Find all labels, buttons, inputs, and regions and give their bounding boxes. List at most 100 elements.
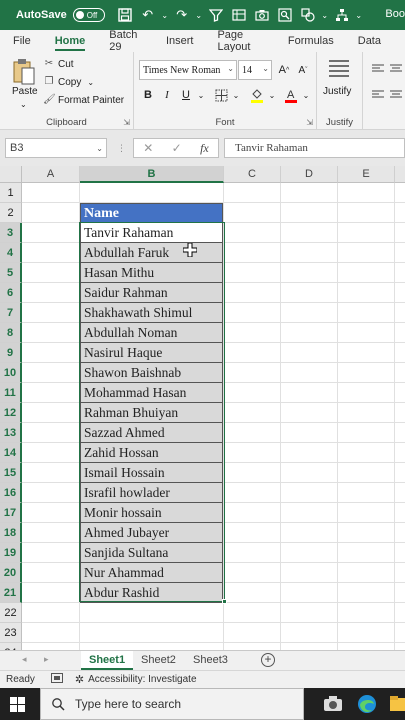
- table-cell[interactable]: Nur Ahammad: [80, 563, 223, 583]
- row-header[interactable]: 1: [0, 183, 22, 203]
- table-cell[interactable]: Shawon Baishnab: [80, 363, 223, 383]
- row-header[interactable]: 8: [0, 323, 22, 343]
- select-all-corner[interactable]: [0, 166, 22, 183]
- table-cell[interactable]: Shakhawath Shimul: [80, 303, 223, 323]
- table-cell[interactable]: Saidur Rahman: [80, 283, 223, 303]
- column-header-f[interactable]: [395, 166, 405, 183]
- accessibility-icon[interactable]: ✲: [75, 673, 84, 686]
- font-name-select[interactable]: Times New Roman ⌄: [139, 60, 237, 80]
- row-header[interactable]: 6: [0, 283, 22, 303]
- camera-app-icon[interactable]: [322, 693, 344, 715]
- row-header[interactable]: 11: [0, 383, 22, 403]
- fill-color-dropdown-icon[interactable]: ⌄: [263, 86, 281, 104]
- header-cell-name[interactable]: Name: [80, 203, 223, 223]
- table-icon[interactable]: [229, 5, 249, 25]
- formula-input[interactable]: Tanvir Rahaman: [224, 138, 405, 158]
- active-cell[interactable]: Tanvir Rahaman: [80, 223, 223, 243]
- table-cell[interactable]: Sazzad Ahmed: [80, 423, 223, 443]
- increase-font-size-icon[interactable]: A ^: [275, 61, 293, 79]
- underline-dropdown-icon[interactable]: ⌄: [192, 86, 210, 104]
- tab-batch-29[interactable]: Batch 29: [109, 29, 142, 53]
- tab-file[interactable]: File: [13, 35, 31, 47]
- next-sheet-icon[interactable]: ▸: [44, 654, 49, 665]
- cut-button[interactable]: ✂ Cut: [43, 58, 74, 70]
- hierarchy-icon[interactable]: [332, 5, 352, 25]
- row-header[interactable]: 24: [0, 643, 22, 650]
- camera-icon[interactable]: [252, 5, 272, 25]
- sheet-tab-sheet1[interactable]: Sheet1: [81, 651, 134, 670]
- borders-dropdown-icon[interactable]: ⌄: [227, 86, 245, 104]
- row-header[interactable]: 21: [0, 583, 22, 603]
- decrease-font-size-icon[interactable]: Aˇ: [294, 61, 312, 79]
- row-header[interactable]: 4: [0, 243, 22, 263]
- align-left-icon[interactable]: [369, 86, 387, 104]
- tab-data[interactable]: Data: [358, 35, 381, 47]
- column-header-e[interactable]: E: [338, 166, 395, 183]
- justify-icon[interactable]: [327, 58, 351, 80]
- table-cell[interactable]: Mohammad Hasan: [80, 383, 223, 403]
- paste-icon[interactable]: [12, 58, 36, 86]
- paste-button[interactable]: Paste: [12, 86, 38, 97]
- row-header[interactable]: 22: [0, 603, 22, 623]
- autosave-toggle[interactable]: Off: [72, 8, 105, 22]
- row-header[interactable]: 16: [0, 483, 22, 503]
- enter-icon[interactable]: ✓: [172, 141, 182, 155]
- row-header[interactable]: 14: [0, 443, 22, 463]
- row-header[interactable]: 5: [0, 263, 22, 283]
- save-icon[interactable]: [115, 5, 135, 25]
- sheet-tab-sheet3[interactable]: Sheet3: [185, 651, 236, 670]
- taskbar-search-box[interactable]: Type here to search: [40, 688, 304, 720]
- formula-bar-grip-icon[interactable]: ⋮: [117, 143, 126, 154]
- worksheet-grid[interactable]: A B C D E 1 2 3 4 5 6 7 8 9 10 11 12 13 14 15 16 17 18 19 2…: [0, 166, 405, 650]
- redo-dropdown-icon[interactable]: ⌄: [195, 5, 203, 25]
- table-cell[interactable]: Hasan Mithu: [80, 263, 223, 283]
- row-header[interactable]: 20: [0, 563, 22, 583]
- shapes-icon[interactable]: [298, 5, 318, 25]
- row-header[interactable]: 23: [0, 623, 22, 643]
- undo-icon[interactable]: ↶: [138, 5, 158, 25]
- bold-button[interactable]: B: [139, 86, 157, 104]
- redo-icon[interactable]: ↷: [172, 5, 192, 25]
- row-header[interactable]: 18: [0, 523, 22, 543]
- align-top-left-icon[interactable]: [369, 60, 387, 78]
- macro-record-icon[interactable]: [50, 673, 63, 686]
- font-size-select[interactable]: 14 ⌄: [238, 60, 272, 80]
- filter-icon[interactable]: [206, 5, 226, 25]
- table-cell[interactable]: Monir hossain: [80, 503, 223, 523]
- sheet-tab-sheet2[interactable]: Sheet2: [133, 651, 184, 670]
- row-header[interactable]: 19: [0, 543, 22, 563]
- fill-handle[interactable]: [222, 599, 227, 604]
- table-cell[interactable]: Rahman Bhuiyan: [80, 403, 223, 423]
- italic-button[interactable]: I: [158, 86, 176, 104]
- cancel-icon[interactable]: ✕: [143, 141, 153, 155]
- font-dialog-launcher-icon[interactable]: ⇲: [306, 118, 313, 127]
- row-header[interactable]: 13: [0, 423, 22, 443]
- tab-formulas[interactable]: Formulas: [288, 35, 334, 47]
- row-header[interactable]: 3: [0, 223, 22, 243]
- more-commands-icon[interactable]: ⌄: [355, 5, 363, 25]
- tab-home[interactable]: Home: [54, 35, 85, 51]
- row-header[interactable]: 10: [0, 363, 22, 383]
- row-header[interactable]: 7: [0, 303, 22, 323]
- table-cell[interactable]: Sanjida Sultana: [80, 543, 223, 563]
- accessibility-status[interactable]: Accessibility: Investigate: [88, 674, 196, 685]
- column-header-b[interactable]: B: [80, 166, 224, 183]
- align-middle-icon[interactable]: [387, 86, 405, 104]
- format-painter-button[interactable]: 🖌 Format Painter: [43, 94, 124, 106]
- undo-dropdown-icon[interactable]: ⌄: [161, 5, 169, 25]
- paste-dropdown-icon[interactable]: ⌄: [20, 100, 27, 109]
- table-cell[interactable]: Ahmed Jubayer: [80, 523, 223, 543]
- tab-insert[interactable]: Insert: [166, 35, 194, 47]
- copy-button[interactable]: ❐ Copy ⌄: [43, 76, 95, 88]
- column-header-c[interactable]: C: [224, 166, 281, 183]
- justify-button[interactable]: Justify: [323, 86, 351, 97]
- add-sheet-icon[interactable]: +: [261, 653, 275, 667]
- row-header[interactable]: 9: [0, 343, 22, 363]
- tab-page-layout[interactable]: Page Layout: [217, 29, 263, 53]
- table-cell[interactable]: Ismail Hossain: [80, 463, 223, 483]
- clipboard-dialog-launcher-icon[interactable]: ⇲: [123, 118, 130, 127]
- row-header[interactable]: 12: [0, 403, 22, 423]
- table-cell[interactable]: Nasirul Haque: [80, 343, 223, 363]
- row-header[interactable]: 15: [0, 463, 22, 483]
- edge-browser-icon[interactable]: [356, 693, 378, 715]
